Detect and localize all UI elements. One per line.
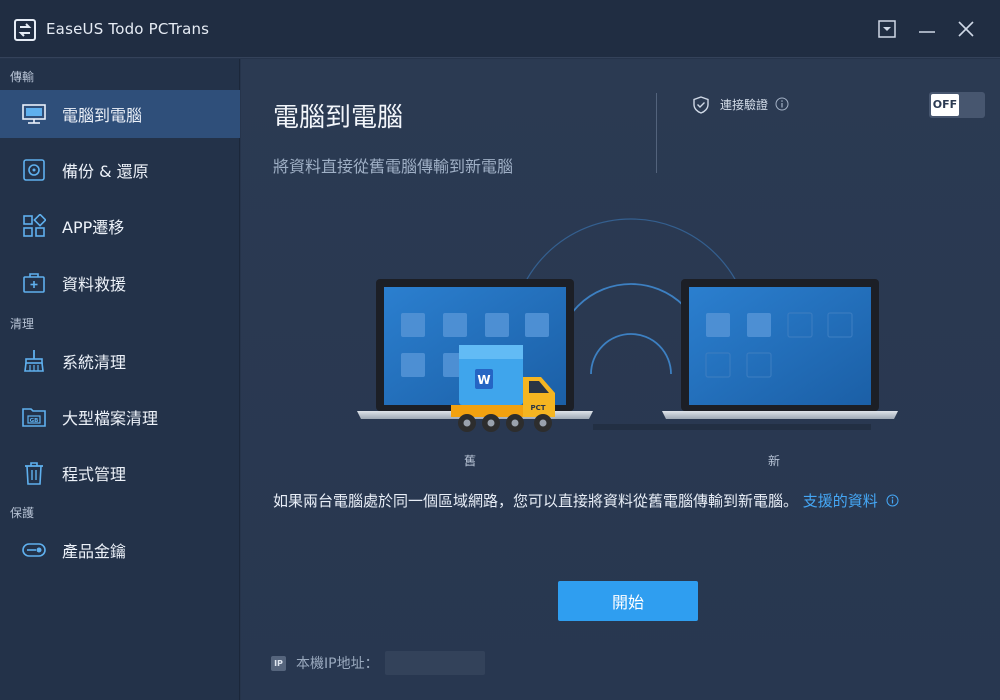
trash-icon (25, 462, 43, 485)
main-panel: 電腦到電腦 將資料直接從舊電腦傳輸到新電腦 連接驗證 OFF W PCT 舊 新… (241, 59, 1000, 700)
apps-grid-icon (23, 214, 46, 237)
connection-verification-label: 連接驗證 (720, 98, 769, 112)
pc-transfer-illustration: W PCT (357, 218, 898, 432)
sidebar-item-label: 程式管理 (62, 465, 127, 484)
toggle-state: OFF (931, 94, 959, 116)
sidebar-item-program-management[interactable]: 程式管理 (0, 449, 240, 497)
gb-folder-icon: GB (22, 408, 46, 427)
monitor-icon (22, 104, 46, 124)
description-body: 如果兩台電腦處於同一個區域網路，您可以直接將資料從舊電腦傳輸到新電腦。 (273, 492, 799, 510)
info-icon[interactable] (775, 97, 789, 111)
sidebar-item-label: 備份 & 還原 (62, 162, 149, 181)
description-text: 如果兩台電腦處於同一個區域網路，您可以直接將資料從舊電腦傳輸到新電腦。 支援的資… (273, 490, 899, 511)
new-laptop (662, 279, 898, 419)
info-icon[interactable] (886, 494, 899, 507)
section-label-protection: 保護 (10, 506, 35, 520)
section-label-cleanup: 清理 (10, 317, 35, 331)
start-button[interactable]: 開始 (558, 581, 698, 621)
sidebar: 傳輸 電腦到電腦 備份 & 還原 APP遷移 資料救援 清理 系統清理 GB 大… (0, 59, 240, 700)
section-label-transfer: 傳輸 (10, 70, 35, 84)
local-ip-label: 本機IP地址： (296, 656, 379, 672)
sidebar-item-label: 電腦到電腦 (62, 106, 143, 125)
supported-data-link[interactable]: 支援的資料 (803, 492, 878, 510)
svg-text:PCT: PCT (530, 404, 545, 412)
sidebar-item-system-cleanup[interactable]: 系統清理 (0, 337, 240, 385)
dropdown-menu-icon[interactable] (876, 18, 898, 40)
sidebar-item-large-file-cleanup[interactable]: GB 大型檔案清理 (0, 393, 240, 441)
svg-text:W: W (477, 373, 490, 387)
sidebar-item-product-key[interactable]: 產品金鑰 (0, 526, 240, 574)
minimize-icon[interactable] (916, 18, 938, 40)
sidebar-item-label: 資料救援 (62, 275, 127, 294)
local-ip-row: IP 本機IP地址： (271, 651, 485, 675)
broom-icon (24, 350, 44, 372)
sidebar-item-label: APP遷移 (62, 218, 125, 237)
new-pc-label: 新 (768, 454, 781, 468)
page-title: 電腦到電腦 (273, 103, 404, 133)
shield-check-icon (693, 96, 709, 114)
page-subtitle: 將資料直接從舊電腦傳輸到新電腦 (273, 157, 514, 176)
key-icon (22, 543, 46, 557)
medical-kit-icon (23, 273, 45, 293)
ip-badge-icon: IP (271, 655, 286, 671)
backup-disk-icon (23, 159, 45, 181)
sidebar-item-backup-restore[interactable]: 備份 & 還原 (0, 146, 240, 194)
sidebar-item-label: 系統清理 (62, 353, 127, 372)
title-bar: EaseUS Todo PCTrans (0, 0, 1000, 58)
verification-toggle[interactable]: OFF (929, 92, 985, 118)
app-title: EaseUS Todo PCTrans (46, 20, 210, 38)
svg-text:GB: GB (30, 418, 39, 424)
close-icon[interactable] (955, 18, 977, 40)
sidebar-item-app-migration[interactable]: APP遷移 (0, 202, 240, 250)
header-divider (656, 93, 657, 173)
local-ip-value (384, 651, 485, 675)
old-pc-label: 舊 (464, 454, 477, 468)
sidebar-item-label: 產品金鑰 (62, 542, 127, 561)
sidebar-item-pc-to-pc[interactable]: 電腦到電腦 (0, 90, 240, 138)
sidebar-item-data-recovery[interactable]: 資料救援 (0, 259, 240, 307)
sidebar-item-label: 大型檔案清理 (62, 409, 159, 428)
app-logo-icon (14, 19, 36, 41)
